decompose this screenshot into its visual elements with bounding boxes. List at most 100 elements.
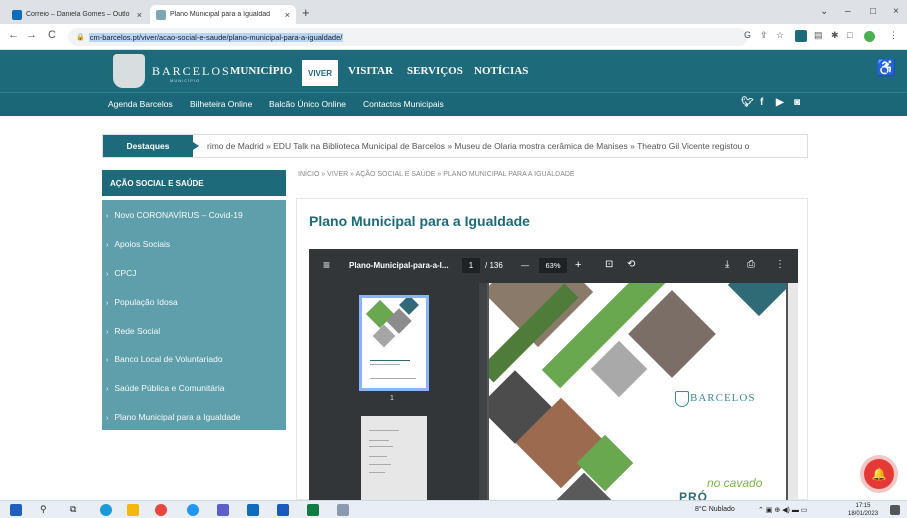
reading-list-icon[interactable]: ▤ [814, 30, 823, 41]
sidebar-item-igualdade[interactable]: › Plano Municipal para a Igualdade [102, 412, 286, 422]
search-icon[interactable]: ⚲ [40, 504, 47, 515]
highlights-text[interactable]: rimo de Madrid » EDU Talk na Biblioteca … [207, 141, 749, 151]
sidebar-item-rede[interactable]: › Rede Social [102, 326, 286, 336]
back-button[interactable]: ← [8, 29, 19, 41]
bookmark-star-icon[interactable]: ☆ [776, 30, 784, 41]
sidebar-item-voluntariado[interactable]: › Banco Local de Voluntariado [102, 354, 286, 364]
nav-municipio[interactable]: MUNICÍPIO [230, 50, 292, 92]
sidebar-item-label: Plano Municipal para a Igualdade [114, 412, 241, 422]
weather-text[interactable]: 8°C Nublado [695, 506, 735, 513]
edge-icon[interactable] [100, 504, 112, 516]
browser-tab-active[interactable]: Plano Municipal para a Igualdad × [150, 5, 296, 24]
clock[interactable]: 17:15 18/01/2023 [848, 502, 878, 518]
page-thumbnail[interactable] [359, 295, 429, 391]
page-scrollbar[interactable] [788, 283, 798, 501]
brand-name[interactable]: BARCELOS [152, 64, 231, 79]
sidebar-item-cpcj[interactable]: › CPCJ [102, 268, 286, 278]
chevron-right-icon: › [106, 213, 109, 220]
breadcrumb[interactable]: INÍCIO » VIVER » AÇÃO SOCIAL E SAÚDE » P… [298, 171, 575, 178]
browser-menu-icon[interactable]: ⋮ [889, 30, 898, 41]
close-tab-icon[interactable]: × [285, 10, 290, 20]
zoom-in-button[interactable]: + [575, 259, 581, 271]
subnav-bilheteira[interactable]: Bilheteira Online [190, 99, 252, 109]
print-icon[interactable]: ⎙ [747, 259, 755, 270]
minimize-button[interactable]: – [845, 6, 851, 17]
rotate-icon[interactable]: ⟲ [627, 259, 635, 270]
extensions-puzzle-icon[interactable]: ✱ [831, 30, 839, 41]
excel-icon[interactable] [307, 504, 319, 516]
outlook-icon [12, 9, 22, 20]
sidebar-item-idosa[interactable]: › População Idosa [102, 297, 286, 307]
sidebar-item-apoios[interactable]: › Apoios Sociais [102, 239, 286, 249]
app-icon[interactable] [187, 504, 199, 516]
task-view-icon[interactable]: ⧉ [70, 504, 76, 515]
zoom-input[interactable]: 63% [539, 258, 567, 273]
tab-title: Correio – Daniela Gomes – Outlo [26, 11, 130, 18]
chrome-icon[interactable] [155, 504, 167, 516]
outlook-taskbar-icon[interactable] [247, 504, 259, 516]
url-text[interactable]: cm-barcelos.pt/viver/acao-social-e-saude… [88, 32, 344, 42]
tab-title: Plano Municipal para a Igualdad [170, 11, 271, 18]
nav-servicos[interactable]: SERVIÇOS [407, 50, 463, 92]
page-number-input[interactable]: 1 [462, 258, 480, 273]
word-icon[interactable] [277, 504, 289, 516]
pdf-filename: Plano-Municipal-para-a-I... [349, 261, 449, 270]
forward-button[interactable]: → [26, 29, 37, 41]
subnav-balcao[interactable]: Balcão Único Online [269, 99, 346, 109]
zoom-out-button[interactable]: — [521, 261, 529, 270]
notification-bell-icon[interactable]: 🔔 [864, 459, 894, 489]
notifications-icon[interactable] [890, 505, 900, 515]
twitter-icon[interactable]: 🐦︎ [741, 97, 754, 108]
thumb-text-line [369, 446, 393, 447]
download-icon[interactable]: ⤓ [725, 259, 729, 270]
sidebar-item-covid[interactable]: › Novo CORONAVÍRUS – Covid-19 [102, 210, 286, 220]
sidebar-item-label: Novo CORONAVÍRUS – Covid-19 [114, 210, 243, 220]
maximize-button[interactable]: □ [870, 6, 876, 17]
cover-line-1: no cavado [707, 476, 763, 490]
thumbnail-scrollbar[interactable] [479, 283, 487, 501]
translate-icon[interactable]: G [744, 30, 751, 40]
close-tab-icon[interactable]: × [137, 10, 142, 20]
share-icon[interactable]: ⇪ [760, 30, 768, 41]
tab-search-icon[interactable]: ⌄ [820, 6, 828, 17]
close-window-button[interactable]: × [893, 6, 899, 17]
new-tab-button[interactable]: + [302, 5, 310, 20]
thumb-text-line [369, 472, 385, 473]
barcelos-crest-logo[interactable] [113, 54, 145, 88]
nav-noticias[interactable]: NOTÍCIAS [474, 50, 528, 92]
cover-teal-diamond [727, 283, 786, 317]
teams-icon[interactable] [217, 504, 229, 516]
sidebar-item-label: Apoios Sociais [114, 239, 171, 249]
more-options-icon[interactable]: ⋮ [775, 259, 785, 270]
menu-icon[interactable]: ≡ [323, 258, 330, 272]
accessibility-icon[interactable]: ♿ [876, 58, 896, 78]
sidebar-item-saude[interactable]: › Saúde Pública e Comunitária [102, 383, 286, 393]
facebook-icon[interactable]: f [760, 97, 763, 108]
sidebar-menu: › Novo CORONAVÍRUS – Covid-19 › Apoios Soc… [102, 200, 286, 430]
side-panel-icon[interactable]: □ [847, 30, 852, 40]
page-thumbnail-2[interactable] [361, 416, 427, 501]
instagram-icon[interactable]: ◙ [794, 97, 800, 108]
profile-avatar[interactable] [864, 31, 875, 42]
extension-icon[interactable] [795, 30, 807, 42]
thumbnail-page-number: 1 [390, 395, 394, 402]
subnav-contactos[interactable]: Contactos Municipais [363, 99, 444, 109]
chevron-right-icon: › [106, 386, 109, 393]
reload-button[interactable]: C [48, 29, 56, 41]
address-bar[interactable]: 🔒 cm-barcelos.pt/viver/acao-social-e-sau… [68, 28, 748, 46]
system-tray[interactable]: ⌃ ▣ ⊕ ◀) ▬ ▭ [758, 506, 807, 514]
sidebar-item-label: População Idosa [114, 297, 178, 307]
subnav-agenda[interactable]: Agenda Barcelos [108, 99, 173, 109]
fit-page-icon[interactable]: ⊡ [605, 259, 613, 270]
nav-visitar[interactable]: VISITAR [348, 50, 393, 92]
windows-start-icon[interactable] [10, 504, 22, 516]
youtube-icon[interactable]: ▶ [776, 97, 784, 108]
app-icon-2[interactable] [337, 504, 349, 516]
nav-viver[interactable]: VIVER [302, 60, 339, 86]
file-explorer-icon[interactable] [127, 504, 139, 516]
chevron-right-icon: › [106, 242, 109, 249]
thumb-text-line [370, 378, 416, 379]
browser-tab-outlook[interactable]: Correio – Daniela Gomes – Outlo × [6, 5, 148, 24]
sidebar-item-label: CPCJ [114, 268, 137, 278]
clock-time: 17:15 [855, 503, 871, 509]
